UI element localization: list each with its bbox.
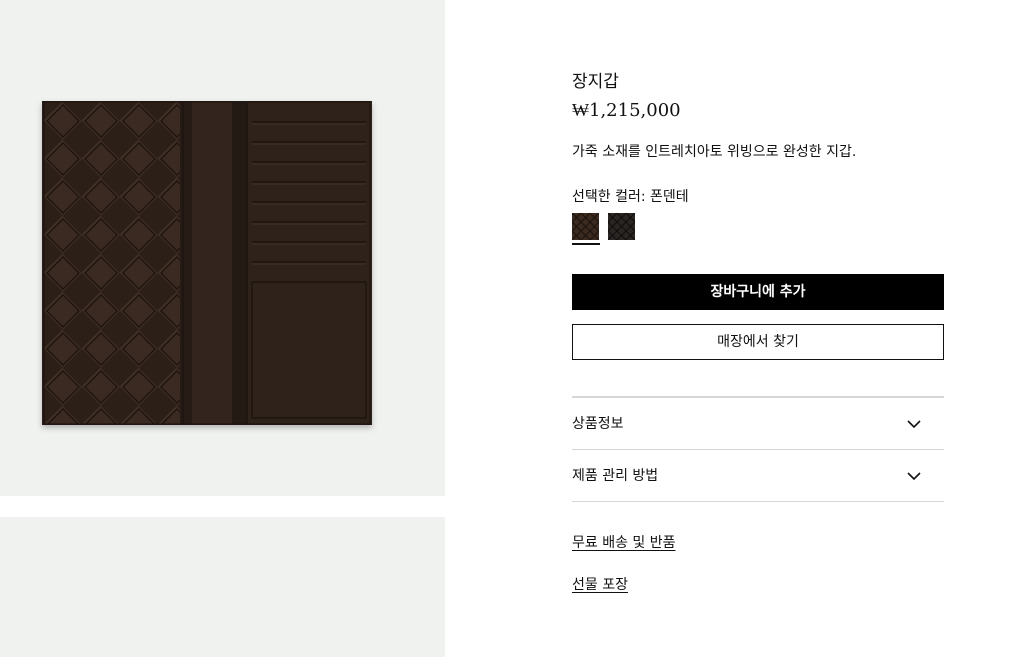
product-image-secondary[interactable] [0, 517, 445, 657]
selected-color: 선택한 컬러: 폰덴테 [572, 187, 689, 207]
product-accordion: 상품정보 제품 관리 방법 [572, 396, 944, 502]
chevron-down-icon [907, 472, 921, 481]
wallet-image [42, 101, 372, 425]
color-swatch-dark[interactable] [608, 213, 635, 240]
accordion-label: 상품정보 [572, 416, 624, 432]
color-swatches [572, 213, 652, 246]
product-image-main[interactable] [0, 0, 445, 496]
selected-color-label: 선택한 컬러: [572, 189, 646, 205]
accordion-care-instructions[interactable]: 제품 관리 방법 [572, 450, 944, 502]
chevron-down-icon [907, 420, 921, 429]
accordion-product-info[interactable]: 상품정보 [572, 398, 944, 450]
product-description: 가죽 소재를 인트레치아토 위빙으로 완성한 지갑. [572, 144, 857, 160]
accordion-label: 제품 관리 방법 [572, 468, 659, 484]
gift-wrapping-link[interactable]: 선물 포장 [572, 575, 628, 595]
color-swatch-fondente[interactable] [572, 213, 599, 240]
selected-swatch-indicator [572, 243, 600, 245]
selected-color-value: 폰덴테 [650, 189, 689, 205]
product-gallery [0, 0, 445, 657]
product-title: 장지갑 [572, 72, 619, 92]
product-price: ₩1,215,000 [572, 100, 681, 121]
shipping-returns-link[interactable]: 무료 배송 및 반품 [572, 533, 676, 553]
find-in-store-button[interactable]: 매장에서 찾기 [572, 324, 944, 360]
add-to-cart-button[interactable]: 장바구니에 추가 [572, 274, 944, 310]
